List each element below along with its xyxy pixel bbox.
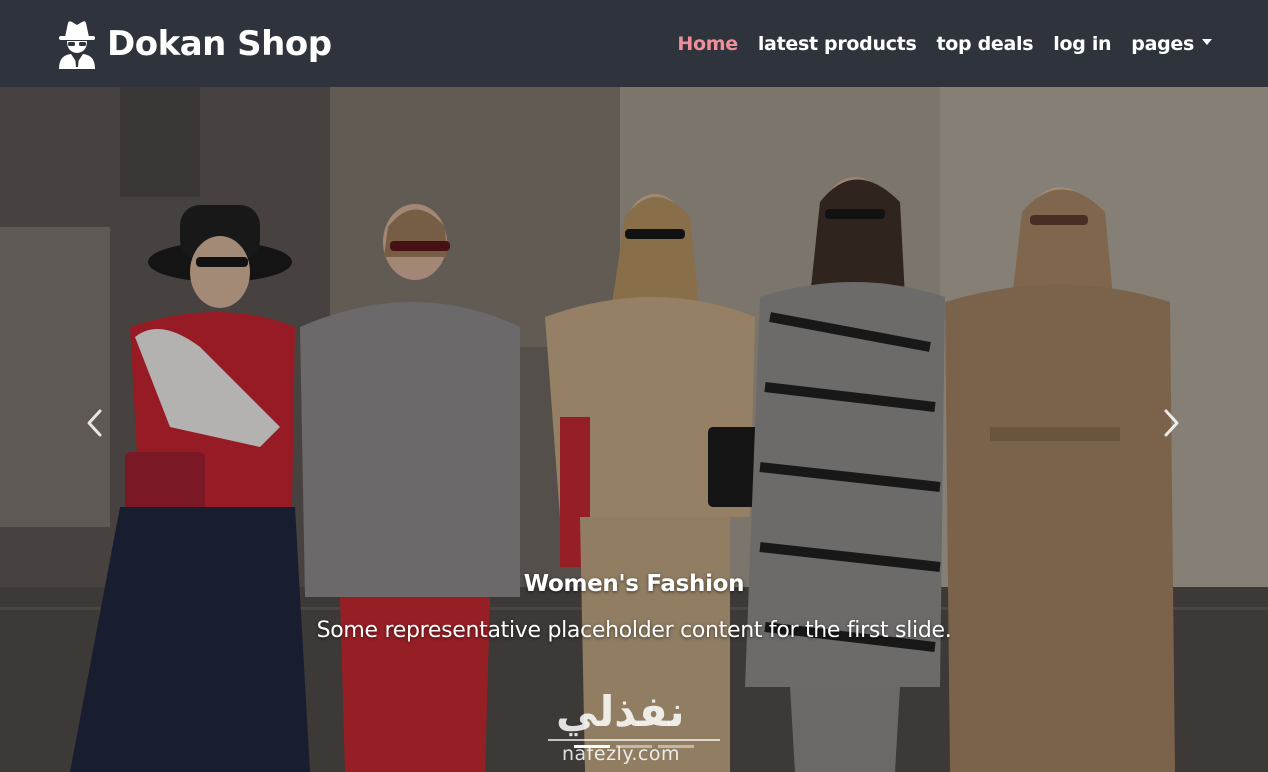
brand-name: Dokan Shop xyxy=(107,23,332,64)
nav-home[interactable]: Home xyxy=(677,33,738,55)
nav-pages-label: pages xyxy=(1131,32,1194,55)
nav-log-in[interactable]: log in xyxy=(1053,33,1111,55)
slide-overlay xyxy=(0,87,1268,772)
watermark-arabic: نفذلي xyxy=(556,687,685,736)
spy-agent-icon xyxy=(59,20,95,69)
watermark-latin: nafezly.com xyxy=(562,743,680,765)
chevron-right-icon xyxy=(1164,409,1179,437)
slide-title: Women's Fashion xyxy=(523,571,745,597)
nafezly-watermark: نفذلي nafezly.com xyxy=(548,687,720,772)
carousel-next-button[interactable] xyxy=(1152,397,1192,449)
watermark-divider xyxy=(548,739,720,741)
navbar: Dokan Shop Home latest products top deal… xyxy=(0,0,1268,87)
nav-links: Home latest products top deals log in pa… xyxy=(677,33,1212,55)
nav-top-deals[interactable]: top deals xyxy=(936,33,1033,55)
brand-link[interactable]: Dokan Shop xyxy=(57,19,332,69)
nav-pages-dropdown[interactable]: pages xyxy=(1131,33,1212,55)
chevron-left-icon xyxy=(87,409,102,437)
carousel-prev-button[interactable] xyxy=(74,397,114,449)
slide-description: Some representative placeholder content … xyxy=(316,618,952,643)
caret-down-icon xyxy=(1202,39,1212,45)
hero-carousel: Women's Fashion Some representative plac… xyxy=(0,87,1268,772)
nav-latest-products[interactable]: latest products xyxy=(758,33,917,55)
